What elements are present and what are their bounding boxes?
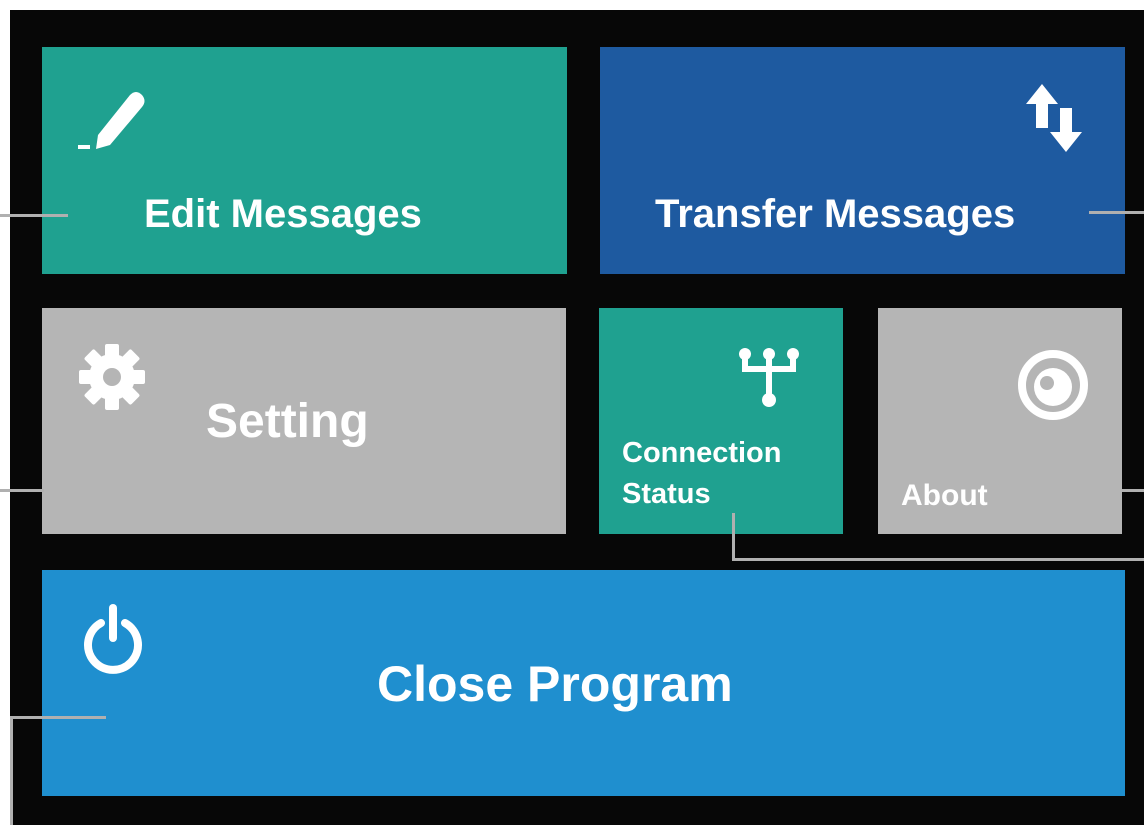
- connection-status-tile[interactable]: Connection Status: [599, 308, 843, 534]
- about-tile[interactable]: About: [878, 308, 1122, 534]
- close-program-tile[interactable]: Close Program: [42, 570, 1125, 796]
- callout-line-close-horizontal: [10, 716, 106, 719]
- transfer-messages-label: Transfer Messages: [655, 192, 1016, 236]
- gear-icon: [79, 344, 145, 410]
- callout-line-setting: [0, 489, 44, 492]
- setting-tile[interactable]: Setting: [42, 308, 566, 534]
- about-circle-icon: [1018, 350, 1088, 420]
- transfer-arrows-icon: [1026, 84, 1082, 152]
- edit-messages-label: Edit Messages: [144, 192, 422, 236]
- edit-messages-tile[interactable]: Edit Messages: [42, 47, 567, 274]
- pencil-icon: [78, 92, 145, 149]
- callout-line-transfer-messages: [1089, 211, 1144, 214]
- callout-line-edit-messages: [0, 214, 68, 217]
- callout-line-about: [1122, 489, 1144, 492]
- usb-icon: [739, 348, 799, 407]
- callout-line-connection-horizontal: [732, 558, 1144, 561]
- connection-status-label-line2: Status: [622, 478, 711, 510]
- power-icon: [84, 604, 142, 674]
- screen: Edit Messages Transfer Messages Setting …: [0, 0, 1144, 825]
- about-label: About: [901, 479, 988, 512]
- connection-status-label-line1: Connection: [622, 437, 782, 469]
- setting-label: Setting: [206, 395, 369, 448]
- callout-line-connection-vertical: [732, 513, 735, 561]
- close-program-label: Close Program: [377, 656, 733, 712]
- callout-line-close-vertical: [10, 716, 13, 825]
- transfer-messages-tile[interactable]: Transfer Messages: [600, 47, 1125, 274]
